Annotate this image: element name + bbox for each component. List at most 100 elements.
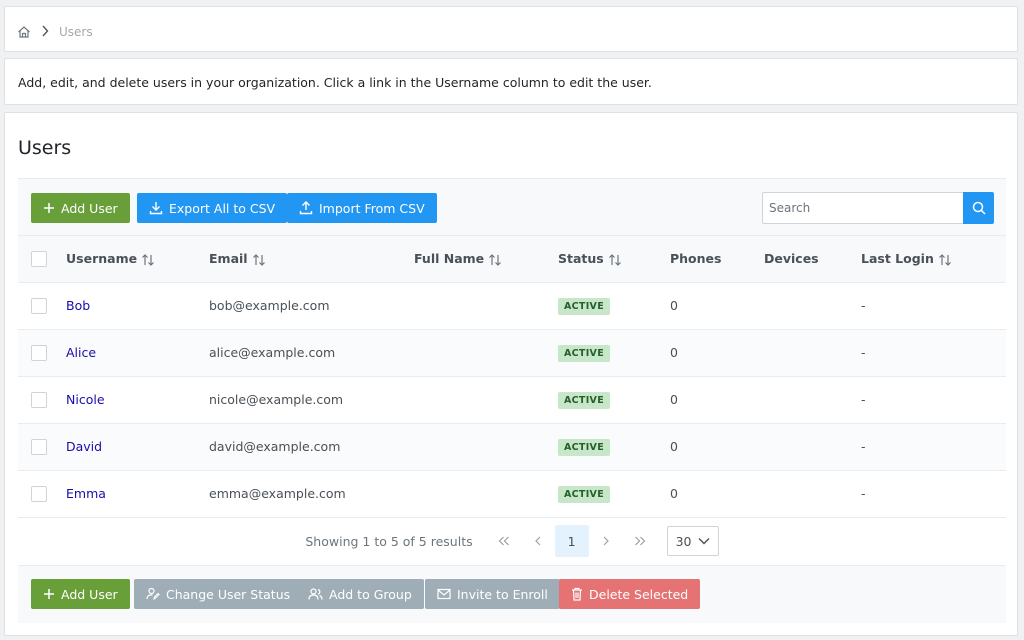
table-row: Bob bob@example.com ACTIVE 0 -: [18, 282, 1006, 330]
status-badge: ACTIVE: [558, 438, 610, 456]
last-login-cell: -: [861, 329, 1006, 377]
home-icon[interactable]: [17, 25, 31, 39]
row-checkbox[interactable]: [31, 485, 47, 502]
search-input[interactable]: [762, 192, 963, 224]
double-chevron-left-icon: [498, 536, 509, 546]
column-label: Full Name: [414, 251, 485, 266]
breadcrumb-current: Users: [59, 24, 93, 39]
top-toolbar: Add User Export All to CSV Import From C…: [18, 178, 1006, 236]
table-header-row: Username Email Full Name Status Phones D…: [18, 236, 1006, 283]
row-checkbox[interactable]: [31, 438, 47, 455]
phones-cell: 0: [670, 376, 764, 424]
export-csv-label: Export All to CSV: [169, 200, 276, 216]
username-link[interactable]: David: [66, 439, 102, 454]
rows-per-page-select[interactable]: 30: [666, 526, 719, 556]
last-login-cell: -: [861, 423, 1006, 471]
sort-icon: [142, 253, 155, 266]
column-header-phones: Phones: [670, 236, 764, 283]
invite-to-enroll-button[interactable]: Invite to Enroll: [425, 579, 560, 609]
username-link[interactable]: Nicole: [66, 392, 105, 407]
column-header-email[interactable]: Email: [209, 236, 414, 283]
status-badge: ACTIVE: [558, 297, 610, 315]
invite-label: Invite to Enroll: [457, 586, 548, 602]
add-user-label: Add User: [61, 200, 118, 216]
page-title: Users: [18, 137, 72, 159]
row-select-cell: [18, 470, 66, 518]
plus-icon: [44, 589, 54, 599]
delete-selected-button[interactable]: Delete Selected: [559, 579, 701, 609]
chevron-down-icon: [698, 538, 710, 545]
bottom-toolbar: Add User Change User Status Add to Group…: [18, 565, 1006, 623]
table-row: Emma emma@example.com ACTIVE 0 -: [18, 470, 1006, 518]
phones-cell: 0: [670, 329, 764, 377]
delete-label: Delete Selected: [589, 586, 689, 602]
column-header-username[interactable]: Username: [66, 236, 209, 283]
email-cell: david@example.com: [209, 423, 414, 471]
sort-icon: [938, 253, 951, 266]
select-all-cell: [18, 236, 66, 283]
devices-cell: [764, 423, 861, 471]
search-button[interactable]: [963, 192, 994, 224]
row-checkbox[interactable]: [31, 344, 47, 361]
row-select-cell: [18, 376, 66, 424]
add-user-button-bottom[interactable]: Add User: [31, 579, 130, 609]
users-table: Username Email Full Name Status Phones D…: [18, 236, 1006, 518]
import-csv-button[interactable]: Import From CSV: [287, 193, 437, 223]
column-header-status[interactable]: Status: [558, 236, 670, 283]
upload-icon: [299, 201, 313, 215]
plus-icon: [44, 203, 54, 213]
phones-cell: 0: [670, 282, 764, 330]
add-to-group-label: Add to Group: [329, 586, 412, 602]
page-button-current[interactable]: 1: [554, 525, 589, 557]
search-box: [762, 192, 994, 224]
username-link[interactable]: Emma: [66, 486, 106, 501]
add-user-button[interactable]: Add User: [31, 193, 130, 223]
full-name-cell: [414, 282, 558, 330]
devices-cell: [764, 376, 861, 424]
last-page-button[interactable]: [623, 525, 657, 557]
user-edit-icon: [146, 587, 160, 601]
status-badge: ACTIVE: [558, 485, 610, 503]
sort-icon: [608, 253, 621, 266]
devices-cell: [764, 282, 861, 330]
sort-icon: [489, 253, 502, 266]
double-chevron-right-icon: [634, 536, 645, 546]
email-cell: nicole@example.com: [209, 376, 414, 424]
row-checkbox[interactable]: [31, 297, 47, 314]
table-row: Nicole nicole@example.com ACTIVE 0 -: [18, 376, 1006, 424]
username-link[interactable]: Bob: [66, 298, 90, 313]
add-to-group-button[interactable]: Add to Group: [296, 579, 424, 609]
column-label: Email: [209, 251, 248, 266]
full-name-cell: [414, 423, 558, 471]
chevron-right-icon: [41, 22, 49, 41]
last-login-cell: -: [861, 282, 1006, 330]
search-icon: [972, 201, 986, 215]
last-login-cell: -: [861, 376, 1006, 424]
page-description: Add, edit, and delete users in your orga…: [18, 75, 652, 90]
status-badge: ACTIVE: [558, 391, 610, 409]
change-user-status-button[interactable]: Change User Status: [134, 579, 303, 609]
export-csv-button[interactable]: Export All to CSV: [137, 193, 288, 223]
trash-icon: [572, 587, 582, 601]
username-link[interactable]: Alice: [66, 345, 96, 360]
change-status-label: Change User Status: [166, 586, 291, 602]
phones-cell: 0: [670, 423, 764, 471]
prev-page-button[interactable]: [521, 525, 555, 557]
full-name-cell: [414, 376, 558, 424]
phones-cell: 0: [670, 470, 764, 518]
row-select-cell: [18, 282, 66, 330]
column-header-last-login[interactable]: Last Login: [861, 236, 1006, 283]
next-page-button[interactable]: [589, 525, 623, 557]
import-csv-label: Import From CSV: [319, 200, 425, 216]
email-cell: alice@example.com: [209, 329, 414, 377]
last-login-cell: -: [861, 470, 1006, 518]
first-page-button[interactable]: [487, 525, 521, 557]
full-name-cell: [414, 470, 558, 518]
row-select-cell: [18, 423, 66, 471]
chevron-left-icon: [534, 536, 541, 546]
envelope-icon: [437, 588, 451, 600]
row-checkbox[interactable]: [31, 391, 47, 408]
column-header-full-name[interactable]: Full Name: [414, 236, 558, 283]
select-all-checkbox[interactable]: [31, 251, 47, 267]
table-row: David david@example.com ACTIVE 0 -: [18, 423, 1006, 471]
